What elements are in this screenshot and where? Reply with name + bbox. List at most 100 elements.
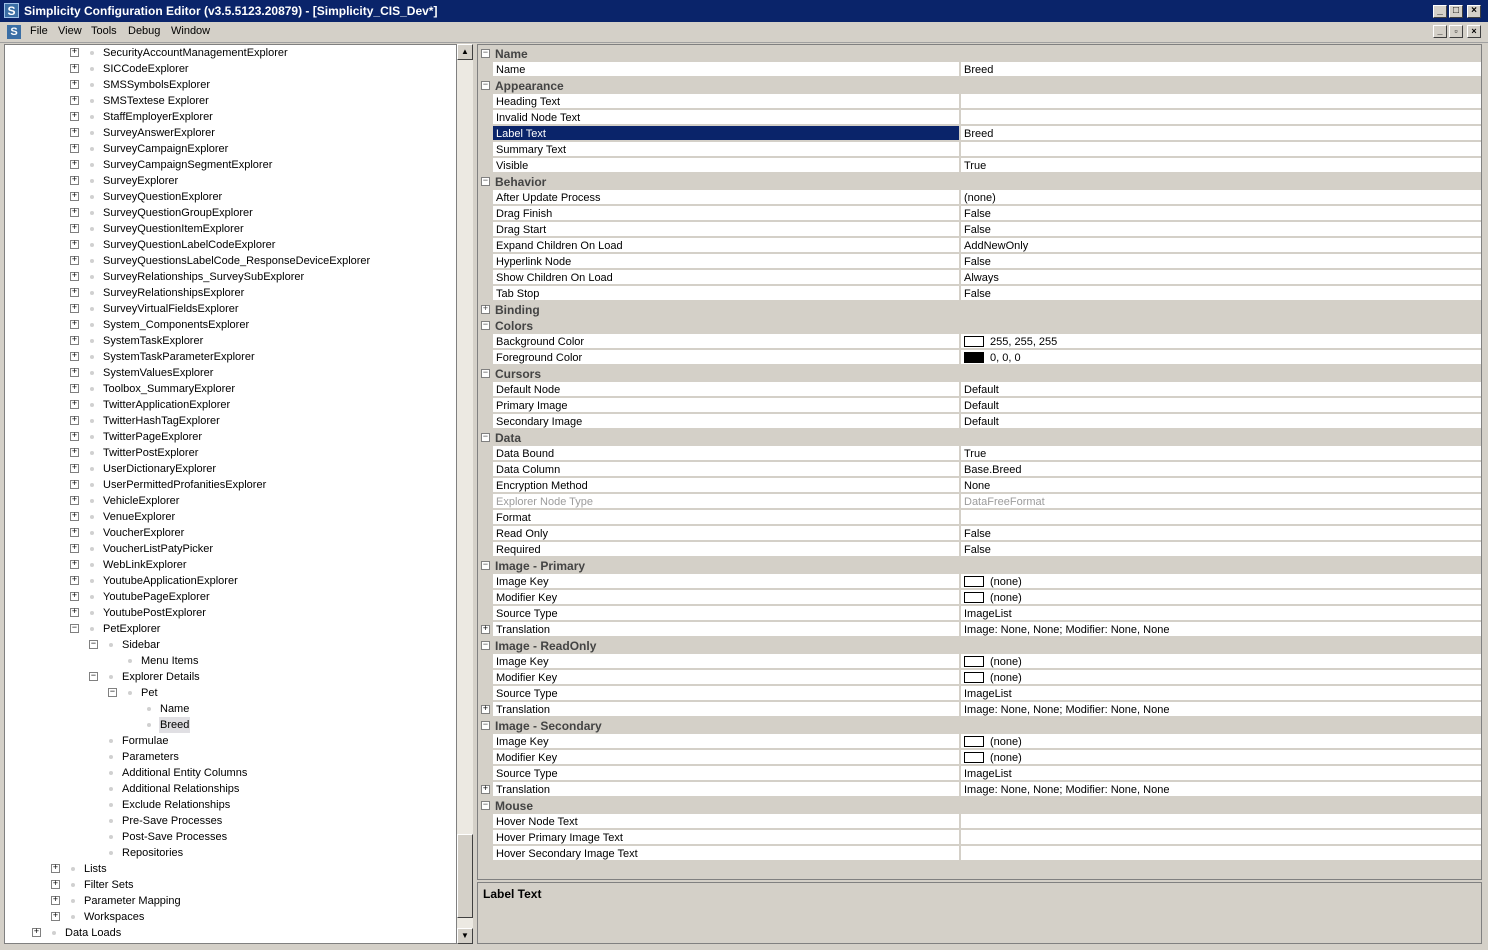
property-row[interactable]: Tab Stop False	[478, 286, 1481, 302]
menu-debug[interactable]: Debug	[128, 25, 160, 37]
property-category[interactable]: − Image - Primary	[478, 558, 1481, 574]
tree-node[interactable]: Breed	[5, 717, 454, 733]
expand-icon[interactable]: +	[70, 560, 79, 569]
property-row[interactable]: Image Key (none)	[478, 574, 1481, 590]
tree-node-label[interactable]: TwitterHashTagExplorer	[102, 413, 221, 429]
property-row[interactable]: Image Key (none)	[478, 734, 1481, 750]
expand-icon[interactable]: +	[70, 512, 79, 521]
collapse-icon[interactable]: −	[481, 433, 490, 442]
tree-node[interactable]: + SecurityAccountManagementExplorer	[5, 45, 454, 61]
tree-node[interactable]: + YoutubePostExplorer	[5, 605, 454, 621]
property-name[interactable]: Heading Text	[493, 94, 959, 109]
explorer-tree[interactable]: + SecurityAccountManagementExplorer + SICCo…	[4, 44, 457, 944]
tree-node[interactable]: + TwitterHashTagExplorer	[5, 413, 454, 429]
tree-node-label[interactable]: SystemValuesExplorer	[102, 365, 214, 381]
expand-icon[interactable]: +	[70, 416, 79, 425]
property-name[interactable]: Background Color	[493, 334, 959, 349]
expand-icon[interactable]: +	[70, 400, 79, 409]
menu-file[interactable]: File	[30, 25, 48, 37]
property-value[interactable]: (none)	[960, 750, 1481, 765]
tree-node[interactable]: + SurveyRelationshipsExplorer	[5, 285, 454, 301]
property-row[interactable]: Default Node Default	[478, 382, 1481, 398]
property-row[interactable]: Background Color 255, 255, 255	[478, 334, 1481, 350]
property-name[interactable]: Read Only	[493, 526, 959, 541]
property-row[interactable]: + Translation Image: None, None; Modifier:…	[478, 622, 1481, 638]
tree-node-label[interactable]: VehicleExplorer	[102, 493, 180, 509]
property-value[interactable]: Default	[960, 414, 1481, 429]
property-value[interactable]: Image: None, None; Modifier: None, None	[960, 782, 1481, 797]
menu-window[interactable]: Window	[171, 25, 210, 37]
property-name[interactable]: Format	[493, 510, 959, 525]
expand-icon[interactable]: +	[70, 448, 79, 457]
property-category[interactable]: − Cursors	[478, 366, 1481, 382]
expand-icon[interactable]: +	[70, 384, 79, 393]
property-value[interactable]: False	[960, 542, 1481, 557]
collapse-icon[interactable]: −	[481, 81, 490, 90]
tree-node-label[interactable]: PetExplorer	[102, 621, 161, 637]
property-value[interactable]: None	[960, 478, 1481, 493]
property-name[interactable]: Source Type	[493, 686, 959, 701]
mdi-close-button[interactable]: ×	[1467, 25, 1481, 38]
tree-node[interactable]: + SurveyAnswerExplorer	[5, 125, 454, 141]
property-row[interactable]: Hover Node Text	[478, 814, 1481, 830]
collapse-icon[interactable]: −	[481, 49, 490, 58]
expand-icon[interactable]: +	[70, 496, 79, 505]
tree-node[interactable]: + VoucherListPatyPicker	[5, 541, 454, 557]
expand-icon[interactable]: +	[70, 96, 79, 105]
expand-icon[interactable]: +	[70, 272, 79, 281]
tree-node[interactable]: Pre-Save Processes	[5, 813, 454, 829]
tree-node-label[interactable]: System_ComponentsExplorer	[102, 317, 250, 333]
property-name[interactable]: Source Type	[493, 606, 959, 621]
property-row[interactable]: Drag Start False	[478, 222, 1481, 238]
property-name[interactable]: Required	[493, 542, 959, 557]
property-name[interactable]: Drag Start	[493, 222, 959, 237]
collapse-icon[interactable]: −	[108, 688, 117, 697]
property-value[interactable]	[960, 510, 1481, 525]
maximize-button[interactable]: □	[1449, 5, 1463, 18]
property-name[interactable]: Invalid Node Text	[493, 110, 959, 125]
property-row[interactable]: Image Key (none)	[478, 654, 1481, 670]
tree-node-label[interactable]: TwitterPageExplorer	[102, 429, 203, 445]
tree-node-label[interactable]: UserDictionaryExplorer	[102, 461, 217, 477]
minimize-button[interactable]: _	[1433, 5, 1447, 18]
property-category[interactable]: − Image - Secondary	[478, 718, 1481, 734]
property-category[interactable]: − Behavior	[478, 174, 1481, 190]
property-name[interactable]: After Update Process	[493, 190, 959, 205]
collapse-icon[interactable]: −	[70, 624, 79, 633]
tree-node-label[interactable]: Filter Sets	[83, 877, 135, 893]
property-row[interactable]: Hyperlink Node False	[478, 254, 1481, 270]
property-name[interactable]: Drag Finish	[493, 206, 959, 221]
tree-node[interactable]: Formulae	[5, 733, 454, 749]
property-name[interactable]: Show Children On Load	[493, 270, 959, 285]
property-name[interactable]: Encryption Method	[493, 478, 959, 493]
tree-node[interactable]: + Data Loads	[5, 925, 454, 941]
expand-icon[interactable]: +	[70, 240, 79, 249]
property-row[interactable]: Secondary Image Default	[478, 414, 1481, 430]
property-value[interactable]	[960, 814, 1481, 829]
expand-icon[interactable]: +	[51, 880, 60, 889]
property-row[interactable]: Source Type ImageList	[478, 686, 1481, 702]
tree-node[interactable]: − Sidebar	[5, 637, 454, 653]
property-name[interactable]: Secondary Image	[493, 414, 959, 429]
property-name[interactable]: Translation	[493, 622, 959, 637]
expand-icon[interactable]: +	[481, 785, 490, 794]
mdi-minimize-button[interactable]: _	[1433, 25, 1447, 38]
tree-node[interactable]: Repositories	[5, 845, 454, 861]
property-row[interactable]: Encryption Method None	[478, 478, 1481, 494]
property-name[interactable]: Translation	[493, 782, 959, 797]
property-name[interactable]: Modifier Key	[493, 750, 959, 765]
tree-node[interactable]: Menu Items	[5, 653, 454, 669]
expand-icon[interactable]: +	[51, 912, 60, 921]
tree-node[interactable]: + WebLinkExplorer	[5, 557, 454, 573]
tree-node[interactable]: + SurveyQuestionsLabelCode_ResponseDevice…	[5, 253, 454, 269]
property-name[interactable]: Image Key	[493, 734, 959, 749]
expand-icon[interactable]: +	[70, 128, 79, 137]
property-row[interactable]: Read Only False	[478, 526, 1481, 542]
property-value[interactable]: False	[960, 206, 1481, 221]
menu-view[interactable]: View	[58, 25, 82, 37]
property-value[interactable]: False	[960, 526, 1481, 541]
tree-node[interactable]: + TwitterPageExplorer	[5, 429, 454, 445]
collapse-icon[interactable]: −	[89, 640, 98, 649]
property-value[interactable]: Image: None, None; Modifier: None, None	[960, 702, 1481, 717]
property-name[interactable]: Expand Children On Load	[493, 238, 959, 253]
